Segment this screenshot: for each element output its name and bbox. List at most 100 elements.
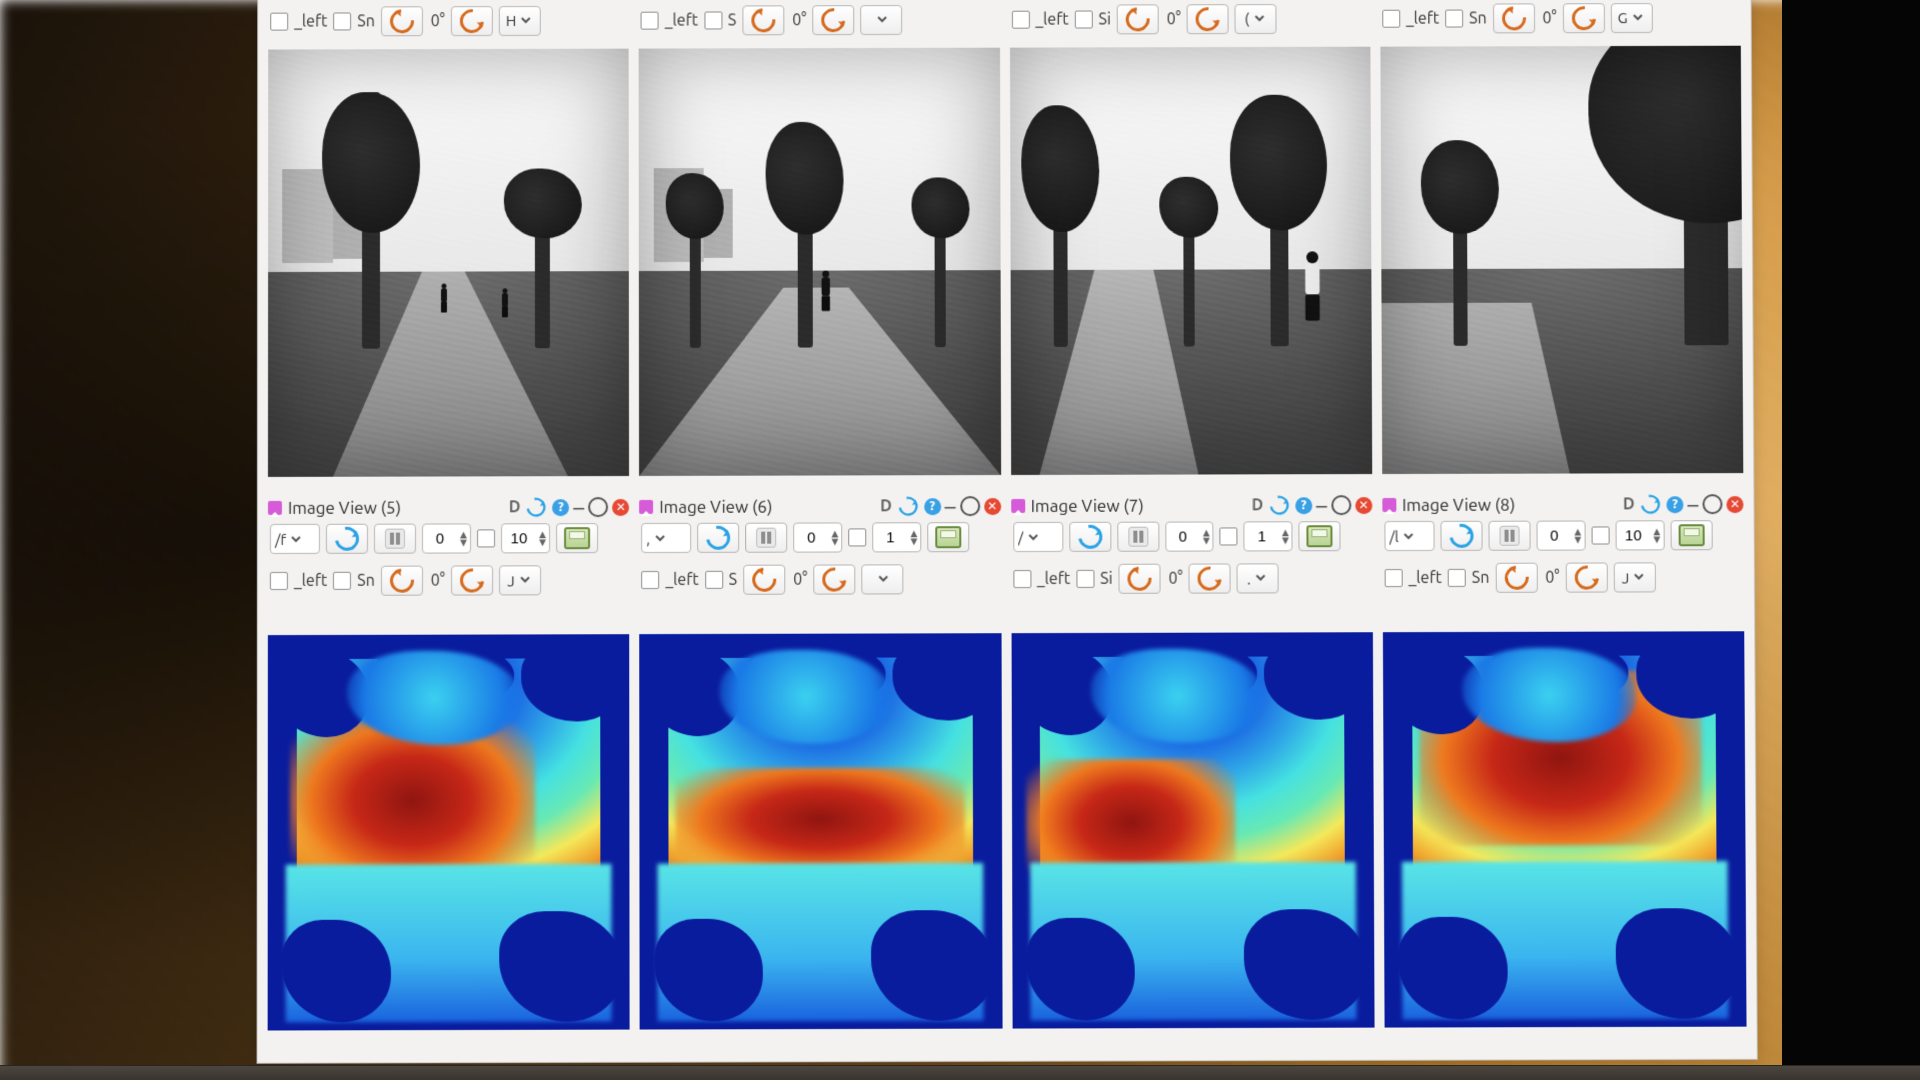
panel-5-refresh-button[interactable] [326,524,368,554]
panel-6-rotate-cw-button[interactable] [813,564,855,594]
panel-6-spin-b[interactable]: ▲▼ [872,522,921,552]
upper-4-rotate-ccw-button[interactable] [1493,3,1535,33]
help-icon[interactable]: ? [1666,496,1683,513]
upper-3-smooth-checkbox[interactable] [1075,10,1093,28]
panel-6-smooth-checkbox[interactable] [705,571,723,589]
minimize-icon[interactable]: – [945,494,956,519]
upper-2-left-checkbox[interactable] [641,11,659,29]
panel-5-smooth-checkbox[interactable] [333,572,351,590]
panel-8-refresh-button[interactable] [1440,521,1482,551]
panel-8-left-checkbox[interactable] [1384,569,1402,587]
upper-4-left-checkbox[interactable] [1382,9,1400,27]
panel-7-pause-button[interactable] [1117,522,1159,552]
panel-7-spin-a-value[interactable] [1166,527,1200,546]
panel-7-spin-a[interactable]: ▲▼ [1165,521,1214,551]
panel-7-refresh-button[interactable] [1069,522,1111,552]
panel-7-left-checkbox[interactable] [1013,570,1031,588]
dock-icon[interactable]: D [1623,495,1635,513]
help-icon[interactable]: ? [552,499,569,516]
upper-3-rotate-cw-button[interactable] [1187,4,1229,34]
upper-2-mode-select[interactable] [860,5,902,35]
upper-2-rotate-cw-button[interactable] [812,5,854,35]
minimize-icon[interactable]: – [573,495,584,520]
upper-3-rotate-ccw-button[interactable] [1117,4,1159,34]
maximize-icon[interactable] [588,497,608,517]
upper-2-rotate-ccw-button[interactable] [742,5,784,35]
panel-6-save-button[interactable] [927,522,969,552]
panel-6-spin-a-value[interactable] [794,528,828,547]
panel-7-spin-b[interactable]: ▲▼ [1244,521,1293,551]
panel-5-spin-b[interactable]: ▲▼ [501,523,550,553]
upper-1-rotate-ccw-button[interactable] [381,6,423,36]
panel-8-spin-a[interactable]: ▲▼ [1536,521,1585,551]
panel-8-spin-b[interactable]: ▲▼ [1615,520,1664,550]
panel-6-spin-b-value[interactable] [873,528,907,547]
maximize-icon[interactable] [1331,495,1351,515]
panel-5-topic-select[interactable]: /f [270,524,320,554]
panel-8-rotate-ccw-button[interactable] [1495,563,1537,593]
close-icon[interactable]: ✕ [1726,496,1743,513]
panel-8-dyn-checkbox[interactable] [1591,526,1609,544]
reload-icon[interactable] [1637,491,1664,518]
panel-8-spin-a-value[interactable] [1537,526,1571,545]
upper-3-mode-select[interactable]: ( [1235,4,1277,34]
panel-6-topic-select[interactable]: , [641,523,691,553]
panel-5-save-button[interactable] [556,523,598,553]
panel-8-save-button[interactable] [1670,520,1712,550]
upper-4-mode-select[interactable]: G [1611,3,1653,33]
dock-icon[interactable]: D [509,498,521,516]
panel-6-pause-button[interactable] [745,523,787,553]
panel-6-left-checkbox[interactable] [641,571,659,589]
panel-7-smooth-checkbox[interactable] [1076,570,1094,588]
panel-5-spin-a-value[interactable] [423,529,457,548]
upper-1-rotate-cw-button[interactable] [451,6,493,36]
panel-5-pause-button[interactable] [374,524,416,554]
minimize-icon[interactable]: – [1687,492,1698,517]
reload-icon[interactable] [894,493,921,520]
panel-6-spin-a[interactable]: ▲▼ [793,522,842,552]
panel-5-spin-a[interactable]: ▲▼ [422,523,471,553]
panel-8-topic-select[interactable]: /l [1384,521,1434,551]
panel-8-spin-b-value[interactable] [1616,526,1650,545]
reload-icon[interactable] [1266,492,1293,519]
panel-5-left-checkbox[interactable] [270,572,288,590]
upper-3-left-checkbox[interactable] [1011,10,1029,28]
upper-2-smooth-checkbox[interactable] [704,11,722,29]
panel-7-mode-select[interactable]: . [1237,563,1279,593]
upper-4-smooth-checkbox[interactable] [1445,9,1463,27]
panel-7-rotate-ccw-button[interactable] [1118,564,1160,594]
upper-4-rotate-cw-button[interactable] [1563,3,1605,33]
panel-8-smooth-checkbox[interactable] [1448,569,1466,587]
panel-8-pause-button[interactable] [1488,521,1530,551]
panel-7-save-button[interactable] [1299,521,1341,551]
panel-8-mode-select[interactable]: J [1613,562,1655,592]
dock-icon[interactable]: D [1251,496,1263,514]
maximize-icon[interactable] [960,496,980,516]
close-icon[interactable]: ✕ [612,499,629,516]
reload-icon[interactable] [523,494,550,521]
panel-7-spin-b-value[interactable] [1245,527,1279,546]
panel-6-rotate-ccw-button[interactable] [743,565,785,595]
help-icon[interactable]: ? [924,498,941,515]
panel-6-dyn-checkbox[interactable] [848,528,866,546]
panel-5-mode-select[interactable]: J [499,565,541,595]
panel-7-rotate-cw-button[interactable] [1189,563,1231,593]
panel-7-dyn-checkbox[interactable] [1220,527,1238,545]
minimize-icon[interactable]: – [1316,493,1327,518]
panel-6-mode-select[interactable] [861,564,903,594]
upper-1-smooth-checkbox[interactable] [333,12,351,30]
dock-icon[interactable]: D [880,497,892,515]
close-icon[interactable]: ✕ [984,498,1001,515]
upper-1-mode-select[interactable]: H [499,5,541,35]
upper-1-left-checkbox[interactable] [270,12,288,30]
panel-8-rotate-cw-button[interactable] [1565,563,1607,593]
panel-5-dyn-checkbox[interactable] [477,529,495,547]
panel-5-rotate-cw-button[interactable] [451,565,493,595]
panel-5-spin-b-value[interactable] [502,529,536,548]
panel-6-refresh-button[interactable] [697,523,739,553]
panel-5-rotate-ccw-button[interactable] [381,566,423,596]
help-icon[interactable]: ? [1295,497,1312,514]
close-icon[interactable]: ✕ [1355,497,1372,514]
panel-7-topic-select[interactable]: / [1013,522,1063,552]
maximize-icon[interactable] [1702,494,1722,514]
